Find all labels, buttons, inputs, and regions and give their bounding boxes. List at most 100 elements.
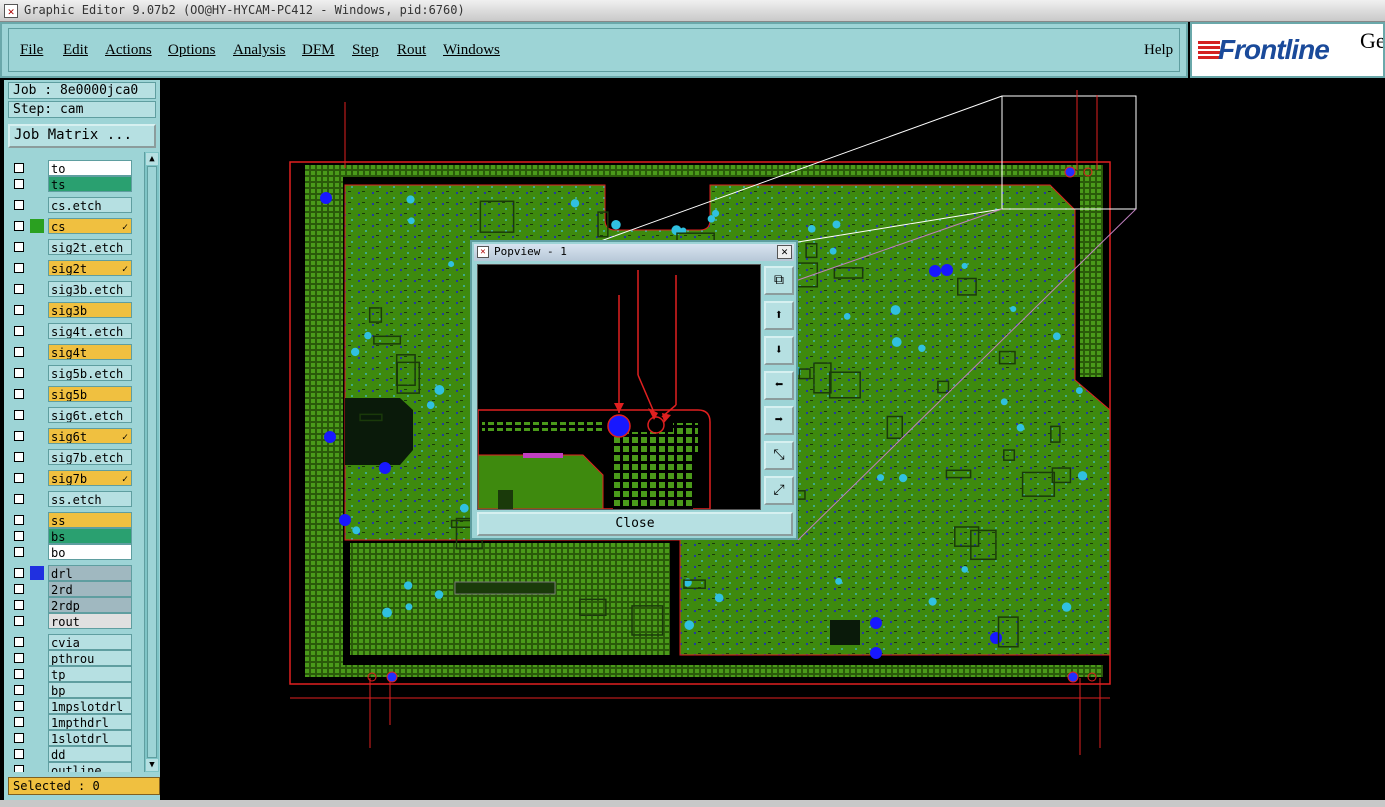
pan-right-icon[interactable]: ➡ [764, 406, 794, 435]
popview-close-icon[interactable]: ✕ [777, 245, 792, 259]
pan-down-icon[interactable]: ⬇ [764, 336, 794, 365]
layer-row-2rdp[interactable]: 2rdp [8, 597, 134, 613]
layer-row-bp[interactable]: bp [8, 682, 134, 698]
layer-name[interactable]: sig2t ✓ [48, 260, 132, 276]
layer-name[interactable]: 2rdp [48, 597, 132, 613]
scroll-up-icon[interactable]: ▲ [146, 153, 158, 165]
zoom-in-icon[interactable]: ⤢ [764, 476, 794, 505]
layer-checkbox[interactable] [14, 733, 24, 743]
menu-analysis[interactable]: Analysis [233, 42, 286, 59]
layer-row-sig2t.etch[interactable]: sig2t.etch [8, 239, 134, 255]
layer-name[interactable]: 1mpthdrl [48, 714, 132, 730]
layer-row-sig6t[interactable]: sig6t ✓ [8, 428, 134, 444]
layer-row-outline[interactable]: outline [8, 762, 134, 772]
popview-close-button[interactable]: Close [477, 512, 793, 536]
layer-name[interactable]: drl [48, 565, 132, 581]
layer-checkbox[interactable] [14, 717, 24, 727]
layer-name[interactable]: sig4t.etch [48, 323, 132, 339]
layer-row-cs[interactable]: cs ✓ [8, 218, 134, 234]
layer-row-sig7b.etch[interactable]: sig7b.etch [8, 449, 134, 465]
layer-name[interactable]: 1mpslotdrl [48, 698, 132, 714]
layer-name[interactable]: sig3b [48, 302, 132, 318]
layer-row-1mpthdrl[interactable]: 1mpthdrl [8, 714, 134, 730]
layer-checkbox[interactable] [14, 347, 24, 357]
layer-checkbox[interactable] [14, 452, 24, 462]
layer-name[interactable]: bp [48, 682, 132, 698]
pan-up-icon[interactable]: ⬆ [764, 301, 794, 330]
layer-checkbox[interactable] [14, 179, 24, 189]
layer-checkbox[interactable] [14, 305, 24, 315]
layer-checkbox[interactable] [14, 410, 24, 420]
layer-row-sig2t[interactable]: sig2t ✓ [8, 260, 134, 276]
zoom-out-icon[interactable]: ⤡ [764, 441, 794, 470]
layer-name[interactable]: cs ✓ [48, 218, 132, 234]
layer-name[interactable]: 1slotdrl [48, 730, 132, 746]
layer-row-sig3b.etch[interactable]: sig3b.etch [8, 281, 134, 297]
layer-name[interactable]: sig3b.etch [48, 281, 132, 297]
menu-edit[interactable]: Edit [63, 42, 88, 59]
layer-checkbox[interactable] [14, 547, 24, 557]
menu-step[interactable]: Step [352, 42, 379, 59]
layer-name[interactable]: outline [48, 762, 132, 772]
layer-row-to[interactable]: to [8, 160, 134, 176]
layer-name[interactable]: tp [48, 666, 132, 682]
layer-name[interactable]: sig2t.etch [48, 239, 132, 255]
layer-checkbox[interactable] [14, 221, 24, 231]
layer-row-drl[interactable]: drl [8, 565, 134, 581]
layer-row-cvia[interactable]: cvia [8, 634, 134, 650]
pan-left-icon[interactable]: ⬅ [764, 371, 794, 400]
layer-name[interactable]: cs.etch [48, 197, 132, 213]
layer-name[interactable]: pthrou [48, 650, 132, 666]
layer-checkbox[interactable] [14, 600, 24, 610]
layer-name[interactable]: 2rd [48, 581, 132, 597]
layer-name[interactable]: bo [48, 544, 132, 560]
layer-checkbox[interactable] [14, 284, 24, 294]
menu-rout[interactable]: Rout [397, 42, 426, 59]
layer-row-rout[interactable]: rout [8, 613, 134, 629]
layer-name[interactable]: sig6t ✓ [48, 428, 132, 444]
layer-row-sig5b.etch[interactable]: sig5b.etch [8, 365, 134, 381]
layer-name[interactable]: sig7b.etch [48, 449, 132, 465]
menu-options[interactable]: Options [168, 42, 216, 59]
layer-row-bs[interactable]: bs [8, 528, 134, 544]
layer-name[interactable]: rout [48, 613, 132, 629]
layer-row-ss.etch[interactable]: ss.etch [8, 491, 134, 507]
menu-actions[interactable]: Actions [105, 42, 152, 59]
help-menu[interactable]: Help [1144, 42, 1173, 59]
layer-checkbox[interactable] [14, 669, 24, 679]
scroll-down-icon[interactable]: ▼ [146, 759, 158, 771]
layer-checkbox[interactable] [14, 765, 24, 772]
layer-name[interactable]: bs [48, 528, 132, 544]
layer-checkbox[interactable] [14, 685, 24, 695]
zoom-home-icon[interactable]: ⧉ [764, 266, 794, 295]
layer-row-1slotdrl[interactable]: 1slotdrl [8, 730, 134, 746]
layer-checkbox[interactable] [14, 494, 24, 504]
layer-name[interactable]: sig5b [48, 386, 132, 402]
layer-checkbox[interactable] [14, 653, 24, 663]
layer-checkbox[interactable] [14, 701, 24, 711]
layer-row-sig3b[interactable]: sig3b [8, 302, 134, 318]
layer-row-ss[interactable]: ss [8, 512, 134, 528]
layer-checkbox[interactable] [14, 431, 24, 441]
layer-row-sig4t.etch[interactable]: sig4t.etch [8, 323, 134, 339]
layer-checkbox[interactable] [14, 637, 24, 647]
job-matrix-button[interactable]: Job Matrix ... [8, 124, 156, 148]
layer-name[interactable]: ss.etch [48, 491, 132, 507]
layer-row-sig6t.etch[interactable]: sig6t.etch [8, 407, 134, 423]
layer-name[interactable]: sig4t [48, 344, 132, 360]
layer-row-sig5b[interactable]: sig5b [8, 386, 134, 402]
layer-checkbox[interactable] [14, 531, 24, 541]
layer-name[interactable]: cvia [48, 634, 132, 650]
layer-name[interactable]: sig7b ✓ [48, 470, 132, 486]
layer-checkbox[interactable] [14, 200, 24, 210]
layer-row-sig4t[interactable]: sig4t [8, 344, 134, 360]
layer-checkbox[interactable] [14, 473, 24, 483]
layer-name[interactable]: sig5b.etch [48, 365, 132, 381]
layer-row-dd[interactable]: dd [8, 746, 134, 762]
scroll-thumb[interactable] [147, 166, 157, 758]
layer-row-ts[interactable]: ts [8, 176, 134, 192]
layer-row-cs.etch[interactable]: cs.etch [8, 197, 134, 213]
layer-checkbox[interactable] [14, 389, 24, 399]
menu-file[interactable]: File [20, 42, 43, 59]
menu-dfm[interactable]: DFM [302, 42, 335, 59]
